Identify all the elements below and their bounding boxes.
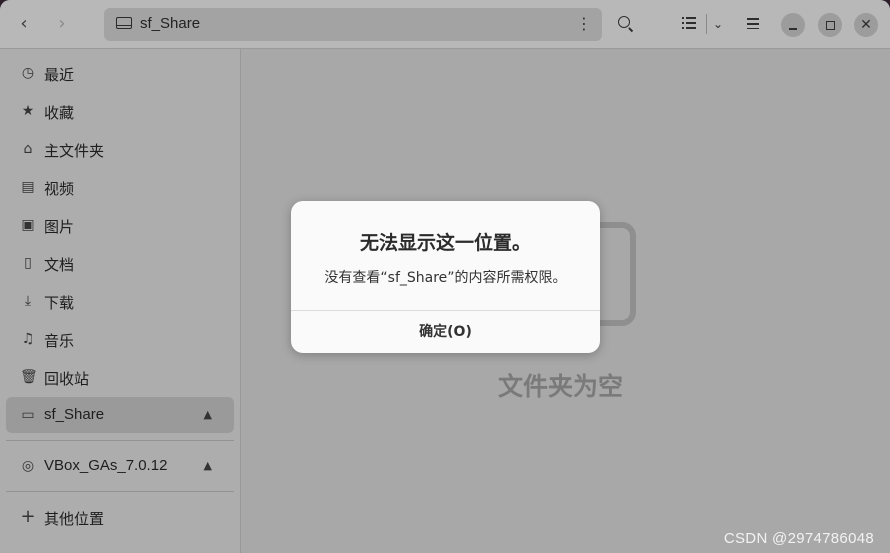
path-bar[interactable]: sf_Share ⋮ (104, 8, 602, 41)
disc-icon: ◎ (21, 458, 35, 474)
sidebar-item-downloads[interactable]: ⤓ 下载 (6, 283, 234, 319)
error-dialog: 无法显示这一位置。 没有查看“sf_Share”的内容所需权限。 确定(O) (291, 201, 600, 353)
sidebar-item-recent[interactable]: ◷ 最近 (6, 55, 234, 91)
sidebar-item-label: 其他位置 (44, 511, 105, 528)
watermark: CSDN @2974786048 (723, 530, 874, 547)
sidebar-item-music[interactable]: ♫ 音乐 (6, 321, 234, 357)
sidebar-item-label: 视频 (44, 181, 75, 198)
sidebar-item-starred[interactable]: ★ 收藏 (6, 93, 234, 129)
sidebar-item-label: 主文件夹 (44, 143, 105, 160)
forward-button[interactable]: › (50, 12, 74, 36)
list-view-icon[interactable] (682, 17, 696, 32)
sidebar-item-label: 文档 (44, 257, 75, 274)
dialog-message: 没有查看“sf_Share”的内容所需权限。 (324, 270, 567, 286)
sidebar-item-label: 回收站 (44, 371, 90, 388)
sidebar-item-label: VBox_GAs_7.0.12 (44, 457, 168, 474)
music-icon: ♫ (21, 331, 35, 347)
path-label: sf_Share (140, 15, 201, 32)
toolbar-separator (706, 14, 707, 34)
sidebar-item-label: 最近 (44, 67, 75, 84)
sidebar-item-home[interactable]: ⌂ 主文件夹 (6, 131, 234, 167)
document-icon: ▯ (24, 255, 32, 271)
sidebar-item-videos[interactable]: ▤ 视频 (6, 169, 234, 205)
file-manager-window: ‹ › sf_Share ⋮ ⌄ ✕ ◷ 最近 ★ 收藏 ⌂ 主文件夹 ▤ 视频… (0, 0, 890, 553)
trash-icon: 🗑 (20, 369, 38, 385)
main-menu-icon[interactable] (747, 18, 759, 32)
header-bar: ‹ › sf_Share ⋮ ⌄ ✕ (0, 0, 890, 49)
sidebar: ◷ 最近 ★ 收藏 ⌂ 主文件夹 ▤ 视频 ▣ 图片 ▯ 文档 ⤓ 下载 ♫ 音 (0, 49, 241, 553)
sidebar-divider (6, 440, 234, 441)
sidebar-item-label: 收藏 (44, 105, 75, 122)
download-icon: ⤓ (24, 293, 32, 309)
search-icon (618, 16, 630, 28)
clock-icon: ◷ (21, 65, 35, 81)
empty-folder-text: 文件夹为空 (498, 372, 624, 401)
minimize-button[interactable] (781, 13, 805, 37)
dialog-title: 无法显示这一位置。 (359, 232, 531, 254)
drive-icon: ▭ (21, 407, 35, 423)
sidebar-item-other-locations[interactable]: + 其他位置 (6, 499, 234, 535)
path-menu-icon[interactable]: ⋮ (576, 14, 592, 33)
back-button[interactable]: ‹ (12, 12, 36, 36)
close-button[interactable]: ✕ (854, 13, 878, 37)
sidebar-item-label: 音乐 (44, 333, 75, 350)
sidebar-item-label: 下载 (44, 295, 75, 312)
sidebar-item-documents[interactable]: ▯ 文档 (6, 245, 234, 281)
view-options-chevron-down-icon[interactable]: ⌄ (710, 12, 726, 36)
film-icon: ▤ (21, 179, 35, 195)
sidebar-item-pictures[interactable]: ▣ 图片 (6, 207, 234, 243)
ok-button[interactable]: 确定(O) (291, 311, 600, 353)
drive-icon (116, 17, 132, 29)
sidebar-divider (6, 491, 234, 492)
sidebar-item-label: 图片 (44, 219, 75, 236)
eject-icon[interactable]: ▲ (204, 408, 212, 421)
eject-icon[interactable]: ▲ (204, 459, 212, 472)
maximize-button[interactable] (818, 13, 842, 37)
sidebar-item-sf-share[interactable]: ▭ sf_Share ▲ (6, 397, 234, 433)
image-icon: ▣ (21, 217, 35, 233)
star-icon: ★ (21, 103, 35, 119)
sidebar-item-trash[interactable]: 🗑 回收站 (6, 359, 234, 395)
sidebar-item-label: sf_Share (44, 406, 105, 423)
plus-icon: + (20, 506, 36, 527)
sidebar-item-vbox-gas[interactable]: ◎ VBox_GAs_7.0.12 ▲ (6, 448, 234, 484)
home-icon: ⌂ (23, 141, 33, 157)
